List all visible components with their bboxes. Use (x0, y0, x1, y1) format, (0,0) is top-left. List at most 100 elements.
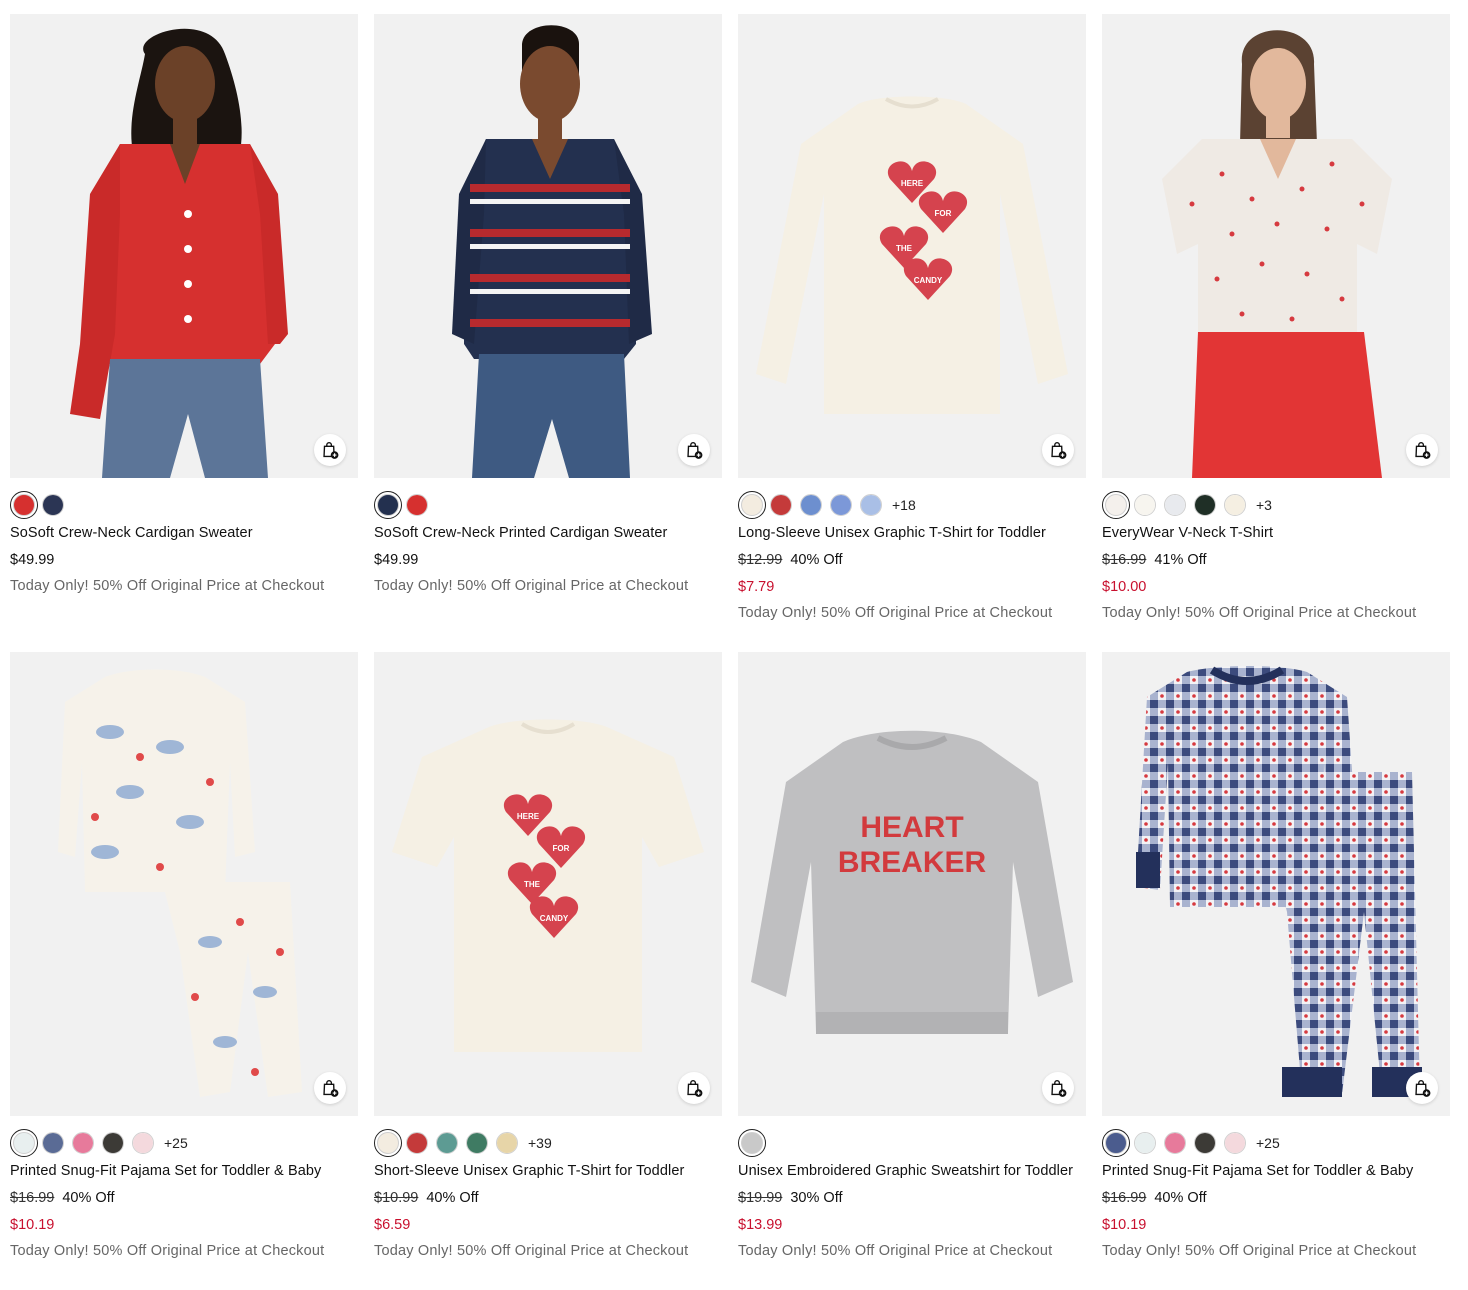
shopping-bag-plus-icon (687, 442, 703, 459)
shopping-bag-plus-icon (687, 1080, 703, 1097)
swatch[interactable] (1164, 494, 1186, 516)
swatch[interactable] (1224, 1132, 1246, 1154)
product-name[interactable]: SoSoft Crew-Neck Printed Cardigan Sweate… (374, 525, 722, 542)
swatch[interactable] (770, 494, 792, 516)
product-name[interactable]: SoSoft Crew-Neck Cardigan Sweater (10, 525, 358, 542)
product-card[interactable]: +3 EveryWear V-Neck T-Shirt $16.99 41% O… (1102, 14, 1450, 621)
color-swatches (738, 1129, 1086, 1157)
price-row: $16.99 40% Off (1102, 1190, 1450, 1206)
swatch-selected[interactable] (738, 491, 766, 519)
promo-text: Today Only! 50% Off Original Price at Ch… (738, 1243, 1053, 1259)
promo-text: Today Only! 50% Off Original Price at Ch… (374, 578, 689, 594)
swatch[interactable] (406, 1132, 428, 1154)
color-swatches: +25 (10, 1129, 358, 1157)
heart-text-here: HERE (901, 179, 924, 188)
price-row: $16.99 41% Off (1102, 552, 1450, 568)
product-name[interactable]: EveryWear V-Neck T-Shirt (1102, 525, 1450, 542)
add-to-bag-button[interactable] (1406, 434, 1438, 466)
add-to-bag-button[interactable] (1042, 1072, 1074, 1104)
product-card[interactable]: HEART BREAKER Unisex Embroidered Graphic… (738, 652, 1086, 1259)
more-colors-link[interactable]: +39 (528, 1135, 552, 1151)
product-image[interactable]: HEART BREAKER (738, 652, 1086, 1116)
swatch[interactable] (800, 494, 822, 516)
product-card[interactable]: SoSoft Crew-Neck Cardigan Sweater $49.99… (10, 14, 358, 594)
more-colors-link[interactable]: +25 (164, 1135, 188, 1151)
product-photo-dino-pajamas (10, 652, 358, 1116)
product-name[interactable]: Unisex Embroidered Graphic Sweatshirt fo… (738, 1163, 1086, 1180)
product-card[interactable]: HERE FOR THE CANDY +39 Short-Sleeve Unis… (374, 652, 722, 1259)
swatch-selected[interactable] (374, 491, 402, 519)
product-image[interactable]: HERE FOR THE CANDY (738, 14, 1086, 478)
sale-price: $10.00 (1102, 579, 1147, 595)
product-image[interactable] (10, 652, 358, 1116)
swatch-selected[interactable] (374, 1129, 402, 1157)
swatch-selected[interactable] (10, 1129, 38, 1157)
heart-text-the: THE (524, 880, 541, 889)
swatch[interactable] (830, 494, 852, 516)
product-image[interactable] (1102, 14, 1450, 478)
swatch-selected[interactable] (738, 1129, 766, 1157)
swatch[interactable] (42, 494, 64, 516)
discount-text: 30% Off (790, 1190, 843, 1206)
discount-text: 40% Off (1154, 1190, 1207, 1206)
add-to-bag-button[interactable] (1406, 1072, 1438, 1104)
product-card[interactable]: +25 Printed Snug-Fit Pajama Set for Todd… (1102, 652, 1450, 1259)
original-price: $16.99 (1102, 1190, 1147, 1206)
swatch[interactable] (1134, 1132, 1156, 1154)
heart-text-for: FOR (935, 209, 952, 218)
product-image[interactable] (10, 14, 358, 478)
product-card[interactable]: +25 Printed Snug-Fit Pajama Set for Todd… (10, 652, 358, 1259)
product-image[interactable]: HERE FOR THE CANDY (374, 652, 722, 1116)
swatch[interactable] (496, 1132, 518, 1154)
add-to-bag-button[interactable] (678, 434, 710, 466)
swatch[interactable] (1164, 1132, 1186, 1154)
add-to-bag-button[interactable] (314, 434, 346, 466)
original-price: $16.99 (10, 1190, 55, 1206)
swatch[interactable] (436, 1132, 458, 1154)
product-name[interactable]: Printed Snug-Fit Pajama Set for Toddler … (1102, 1163, 1450, 1180)
shopping-bag-plus-icon (1051, 1080, 1067, 1097)
promo-text: Today Only! 50% Off Original Price at Ch… (10, 578, 325, 594)
add-to-bag-button[interactable] (314, 1072, 346, 1104)
heart-text: HEART (860, 811, 963, 844)
more-colors-link[interactable]: +25 (1256, 1135, 1280, 1151)
product-photo-gingham-pajamas (1102, 652, 1450, 1116)
more-colors-link[interactable]: +18 (892, 497, 916, 513)
product-card[interactable]: SoSoft Crew-Neck Printed Cardigan Sweate… (374, 14, 722, 594)
promo-text: Today Only! 50% Off Original Price at Ch… (10, 1243, 325, 1259)
product-name[interactable]: Short-Sleeve Unisex Graphic T-Shirt for … (374, 1163, 722, 1180)
swatch[interactable] (72, 1132, 94, 1154)
shopping-bag-plus-icon (323, 442, 339, 459)
shopping-bag-plus-icon (1415, 1080, 1431, 1097)
sale-price: $10.19 (10, 1217, 55, 1233)
swatch[interactable] (860, 494, 882, 516)
product-card[interactable]: HERE FOR THE CANDY +18 Long-Sleeve Unise… (738, 14, 1086, 621)
sale-price: $10.19 (1102, 1217, 1147, 1233)
add-to-bag-button[interactable] (1042, 434, 1074, 466)
more-colors-link[interactable]: +3 (1256, 497, 1272, 513)
color-swatches: +39 (374, 1129, 722, 1157)
product-name[interactable]: Long-Sleeve Unisex Graphic T-Shirt for T… (738, 525, 1086, 542)
shopping-bag-plus-icon (1051, 442, 1067, 459)
product-image[interactable] (374, 14, 722, 478)
discount-text: 41% Off (1154, 552, 1207, 568)
product-photo-short-sleeve-tee: HERE FOR THE CANDY (374, 652, 722, 1116)
swatch-selected[interactable] (10, 491, 38, 519)
swatch-selected[interactable] (1102, 491, 1130, 519)
shopping-bag-plus-icon (323, 1080, 339, 1097)
swatch[interactable] (42, 1132, 64, 1154)
product-name[interactable]: Printed Snug-Fit Pajama Set for Toddler … (10, 1163, 358, 1180)
swatch[interactable] (102, 1132, 124, 1154)
swatch-selected[interactable] (1102, 1129, 1130, 1157)
swatch[interactable] (466, 1132, 488, 1154)
heart-text-the: THE (896, 244, 913, 253)
swatch[interactable] (1224, 494, 1246, 516)
swatch[interactable] (1194, 1132, 1216, 1154)
product-image[interactable] (1102, 652, 1450, 1116)
swatch[interactable] (132, 1132, 154, 1154)
color-swatches (374, 491, 722, 519)
swatch[interactable] (1194, 494, 1216, 516)
add-to-bag-button[interactable] (678, 1072, 710, 1104)
swatch[interactable] (406, 494, 428, 516)
swatch[interactable] (1134, 494, 1156, 516)
